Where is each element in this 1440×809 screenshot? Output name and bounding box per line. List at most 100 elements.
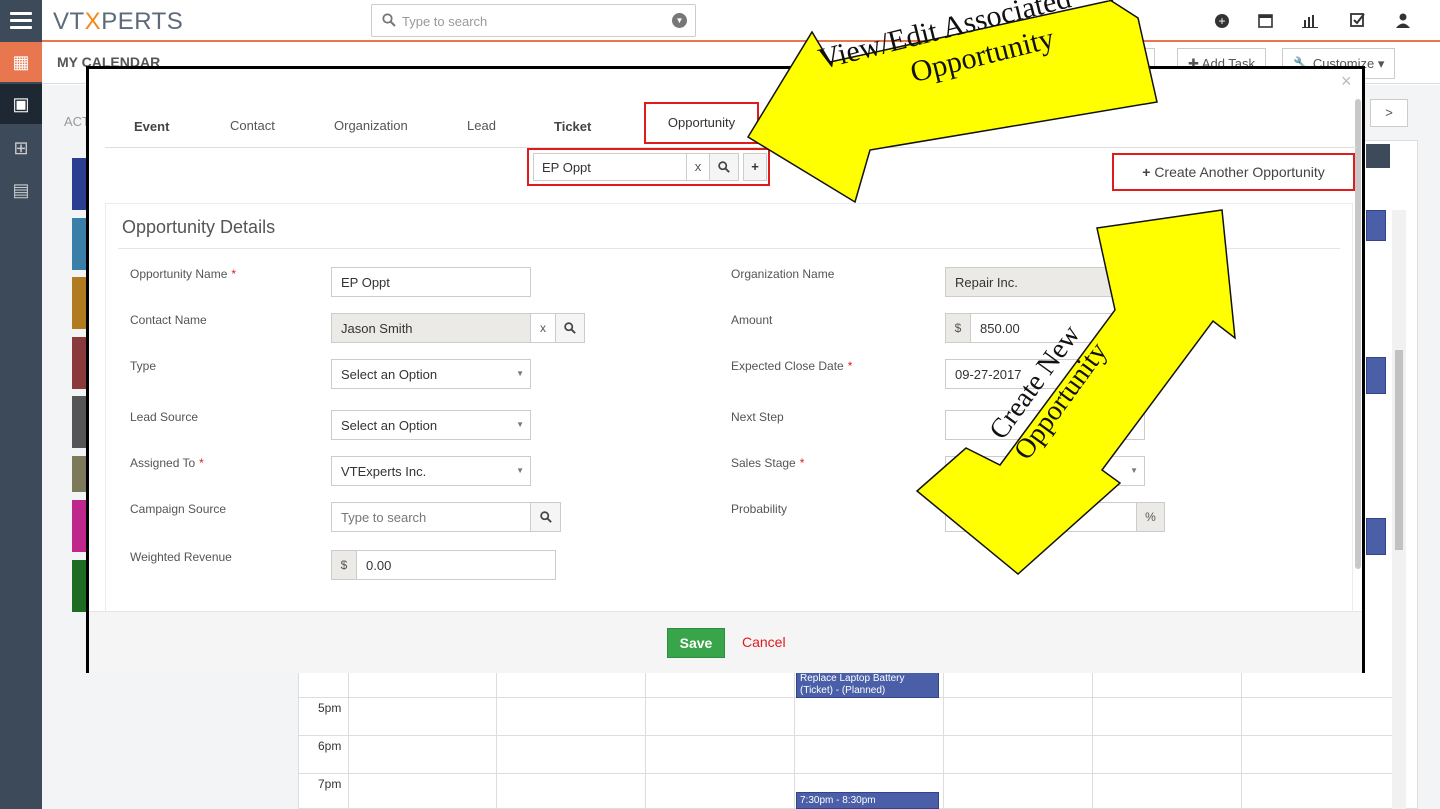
calendar-next-button[interactable]: > bbox=[1370, 99, 1408, 127]
tab-lead[interactable]: Lead bbox=[467, 118, 496, 133]
campaign-source-label: Campaign Source bbox=[130, 502, 227, 516]
calendar-event[interactable]: Replace Laptop Battery (Ticket) - (Plann… bbox=[796, 670, 939, 698]
tasks-icon[interactable] bbox=[1350, 12, 1366, 28]
calendar-event[interactable] bbox=[1366, 210, 1386, 241]
tab-event[interactable]: Event bbox=[134, 119, 169, 134]
grid-line bbox=[348, 660, 349, 809]
add-record-button[interactable]: + bbox=[743, 153, 767, 181]
clear-record-button[interactable]: x bbox=[686, 153, 710, 181]
calendar-event[interactable] bbox=[1366, 518, 1386, 555]
hour-label: 5pm bbox=[318, 701, 342, 715]
probability-input[interactable]: 0.00 bbox=[945, 502, 1137, 532]
sales-stage-label: Sales Stage * bbox=[731, 456, 805, 470]
app-logo[interactable]: VTXPERTS bbox=[53, 8, 183, 36]
calendar-color-chip[interactable] bbox=[72, 158, 86, 210]
grid-line bbox=[645, 660, 646, 809]
calendar-color-chip[interactable] bbox=[72, 560, 86, 612]
calendar-color-chip[interactable] bbox=[72, 396, 86, 448]
calendar-scrollbar[interactable] bbox=[1392, 210, 1406, 809]
plus-icon: + bbox=[751, 159, 759, 174]
calendar-event[interactable] bbox=[1366, 357, 1386, 394]
amount-label: Amount bbox=[731, 313, 773, 327]
save-button[interactable]: Save bbox=[667, 628, 725, 658]
campaign-source-input[interactable]: Type to search bbox=[331, 502, 531, 532]
search-icon bbox=[564, 322, 576, 334]
grid-line bbox=[496, 660, 497, 809]
tab-ticket[interactable]: Ticket bbox=[554, 119, 591, 134]
sidebar-my-calendar-icon[interactable]: ▣ bbox=[0, 84, 42, 124]
assigned-to-label: Assigned To * bbox=[130, 456, 204, 470]
hour-label: 6pm bbox=[318, 739, 342, 753]
grid-line bbox=[1092, 660, 1093, 809]
grid-line bbox=[943, 660, 944, 809]
calendar-color-chip[interactable] bbox=[72, 337, 86, 389]
type-select[interactable]: Select an Option ▼ bbox=[331, 359, 531, 389]
calendar-event[interactable]: 7:30pm - 8:30pm bbox=[796, 792, 939, 809]
percent-symbol: % bbox=[1136, 502, 1165, 532]
sidebar-calendar-icon[interactable]: ▦ bbox=[0, 42, 42, 82]
calendar-header-bar bbox=[1366, 144, 1390, 168]
calendar-color-chip[interactable] bbox=[72, 277, 86, 329]
global-search-input[interactable]: Type to search ▼ bbox=[371, 4, 696, 37]
search-campaign-button[interactable] bbox=[530, 502, 561, 532]
grid-line bbox=[298, 735, 1392, 736]
user-icon[interactable] bbox=[1396, 13, 1410, 28]
tab-organization[interactable]: Organization bbox=[334, 118, 408, 133]
assigned-to-select[interactable]: VTExperts Inc. ▼ bbox=[331, 456, 531, 486]
modal-footer: Save Cancel bbox=[89, 611, 1362, 673]
related-record-selector: EP Oppt x + bbox=[527, 148, 770, 186]
calendar-color-chip[interactable] bbox=[72, 218, 86, 270]
currency-symbol: $ bbox=[331, 550, 357, 580]
plus-icon: + bbox=[1142, 164, 1151, 180]
calendar-color-chip[interactable] bbox=[72, 456, 86, 492]
app-root: { "app": {"logo_left": "VT", "logo_x": "… bbox=[0, 0, 1440, 809]
chevron-down-icon: ▼ bbox=[516, 420, 524, 429]
calendar-icon[interactable] bbox=[1258, 13, 1273, 28]
contact-name-input[interactable]: Jason Smith bbox=[331, 313, 531, 343]
grid-line bbox=[794, 660, 795, 809]
modal-scrollbar[interactable] bbox=[1355, 99, 1361, 569]
tab-opportunity[interactable]: Opportunity bbox=[644, 102, 759, 144]
weighted-revenue-input[interactable]: 0.00 bbox=[356, 550, 556, 580]
reports-icon[interactable] bbox=[1302, 13, 1318, 28]
search-icon bbox=[382, 13, 396, 27]
opportunity-name-input[interactable]: EP Oppt bbox=[331, 267, 531, 297]
related-tabs: Event Contact Organization Lead Ticket O… bbox=[105, 102, 1357, 148]
clear-contact-button[interactable]: x bbox=[530, 313, 556, 343]
weighted-revenue-label: Weighted Revenue bbox=[130, 550, 232, 564]
close-icon[interactable]: × bbox=[1341, 71, 1352, 92]
calendar-color-chip[interactable] bbox=[72, 500, 86, 552]
opportunity-name-label: Opportunity Name * bbox=[130, 267, 237, 281]
opportunity-details-section: Opportunity Details Opportunity Name * EP… bbox=[105, 203, 1353, 613]
currency-symbol: $ bbox=[945, 313, 971, 343]
left-sidebar: ▦ ▣ ⊞ ▤ bbox=[0, 42, 42, 809]
chevron-down-icon: ▼ bbox=[516, 466, 524, 475]
search-contact-button[interactable] bbox=[555, 313, 585, 343]
search-icon bbox=[718, 161, 730, 173]
lead-source-select[interactable]: Select an Option ▼ bbox=[331, 410, 531, 440]
related-record-input[interactable]: EP Oppt bbox=[533, 153, 687, 181]
tab-contact[interactable]: Contact bbox=[230, 118, 275, 133]
menu-icon[interactable] bbox=[0, 0, 42, 42]
plus-icon[interactable]: + bbox=[1215, 14, 1229, 28]
section-title: Opportunity Details bbox=[122, 217, 276, 237]
organization-name-input[interactable]: Repair Inc. bbox=[945, 267, 1145, 297]
sidebar-list-icon[interactable]: ▤ bbox=[0, 170, 42, 210]
sidebar-shared-calendar-icon[interactable]: ⊞ bbox=[0, 128, 42, 168]
grid-line bbox=[298, 773, 1392, 774]
sales-stage-select[interactable]: ▼ bbox=[945, 456, 1145, 486]
create-another-opportunity-button[interactable]: + Create Another Opportunity bbox=[1112, 153, 1355, 191]
hour-label: 7pm bbox=[318, 777, 342, 791]
search-record-button[interactable] bbox=[709, 153, 739, 181]
lead-source-label: Lead Source bbox=[130, 410, 199, 424]
search-placeholder: Type to search bbox=[402, 14, 488, 29]
organization-name-label: Organization Name bbox=[731, 267, 835, 281]
type-label: Type bbox=[130, 359, 157, 373]
search-icon bbox=[539, 511, 552, 523]
probability-label: Probability bbox=[731, 502, 788, 516]
chevron-down-icon: ▼ bbox=[516, 369, 524, 378]
chevron-down-icon: ▼ bbox=[1130, 466, 1138, 475]
cancel-button[interactable]: Cancel bbox=[742, 634, 786, 650]
search-dropdown-icon[interactable]: ▼ bbox=[672, 13, 687, 28]
quick-create-modal: × Event Contact Organization Lead Ticket… bbox=[86, 66, 1365, 673]
